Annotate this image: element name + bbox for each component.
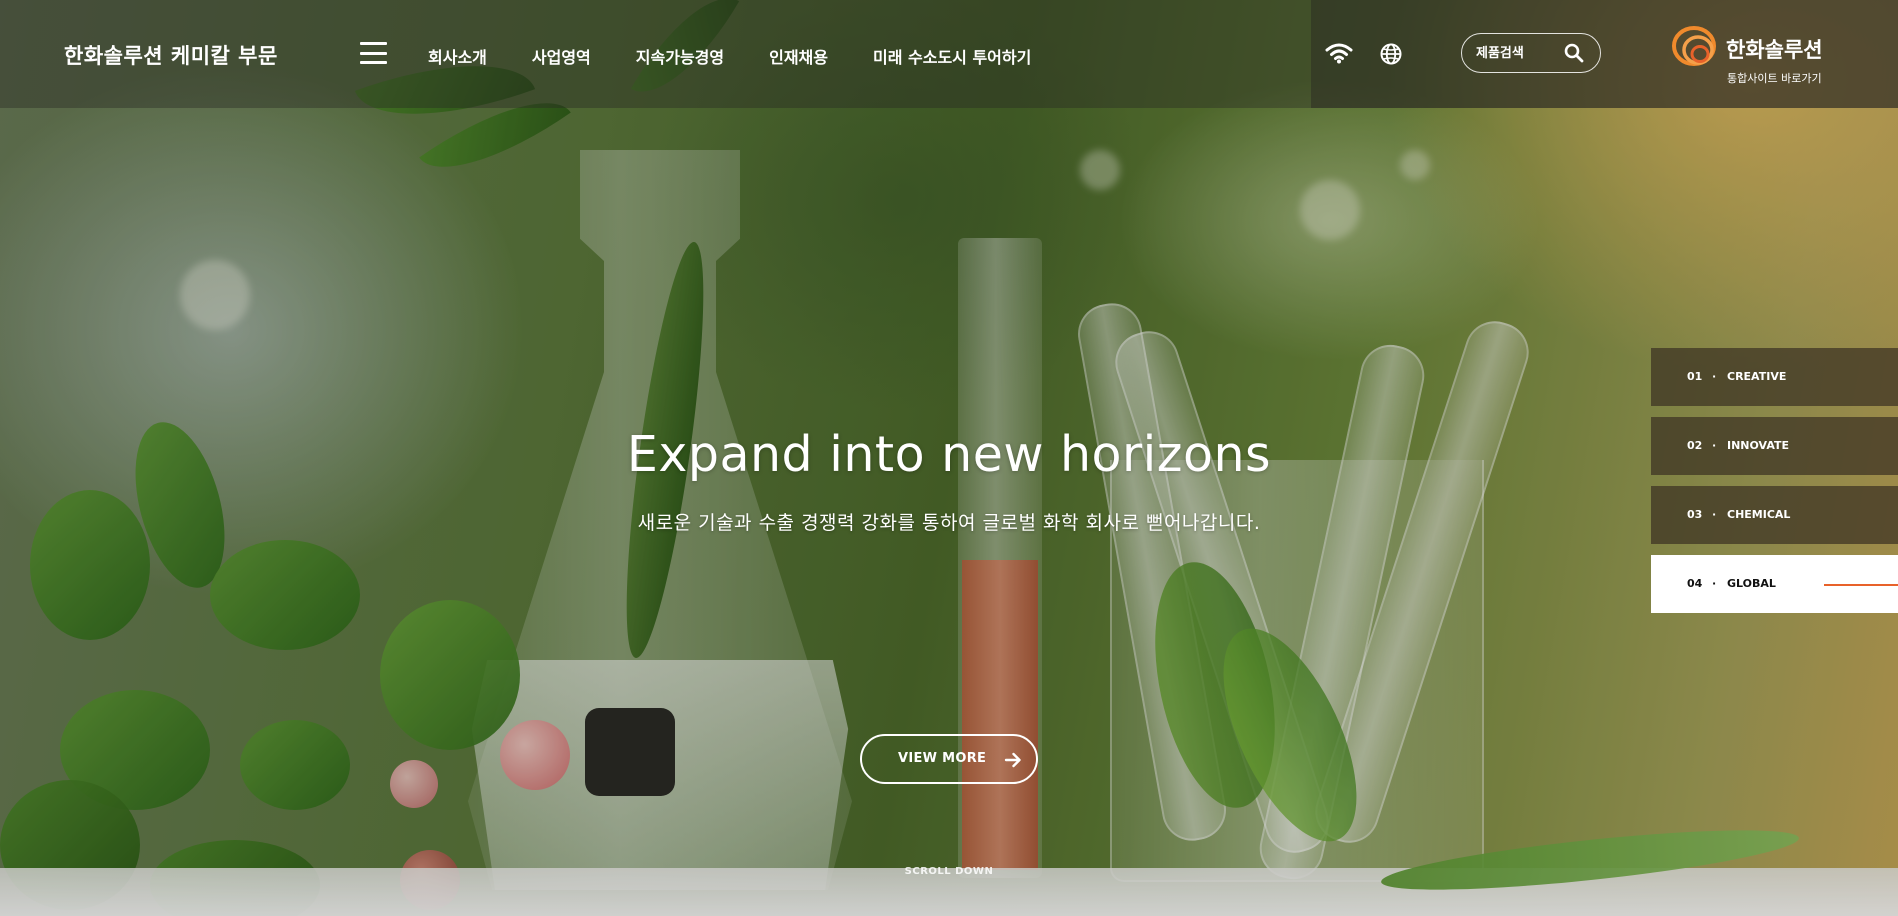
nav-item-business[interactable]: 사업영역 [532, 44, 591, 68]
slide-tab-number: 04 [1687, 577, 1703, 590]
nav-item-sustainability[interactable]: 지속가능경영 [636, 44, 724, 68]
view-more-button[interactable]: VIEW MORE [860, 734, 1038, 784]
brand-name: 한화솔루션 [1726, 38, 1823, 62]
search-icon[interactable] [1564, 43, 1584, 63]
main-nav: 회사소개 사업영역 지속가능경영 인재채용 미래 수소도시 투어하기 [428, 44, 1076, 68]
slide-tab-separator: · [1712, 370, 1717, 383]
hanwha-logo-icon [1672, 26, 1716, 66]
slide-tab-innovate[interactable]: 02 · INNOVATE [1651, 417, 1898, 475]
globe-icon[interactable] [1380, 43, 1402, 65]
slide-tab-label: INNOVATE [1727, 439, 1790, 452]
scroll-down-indicator[interactable]: SCROLL DOWN [0, 866, 1898, 877]
slide-tab-label: CHEMICAL [1727, 508, 1791, 521]
slide-tab-label: CREATIVE [1727, 370, 1787, 383]
product-search-input[interactable] [1476, 42, 1564, 64]
product-search-box [1461, 33, 1601, 73]
site-header: 한화솔루션 케미칼 부문 회사소개 사업영역 지속가능경영 인재채용 미래 수소… [0, 0, 1898, 108]
site-title[interactable]: 한화솔루션 케미칼 부문 [64, 40, 278, 70]
wifi-icon[interactable] [1325, 42, 1353, 64]
slide-tab-number: 01 [1687, 370, 1703, 383]
slide-tab-number: 02 [1687, 439, 1703, 452]
brand-sub-link-label: 통합사이트 바로가기 [1727, 72, 1822, 85]
slide-tab-separator: · [1712, 439, 1717, 452]
slide-tab-creative[interactable]: 01 · CREATIVE [1651, 348, 1898, 406]
slide-tab-chemical[interactable]: 03 · CHEMICAL [1651, 486, 1898, 544]
slide-tab-number: 03 [1687, 508, 1703, 521]
nav-item-careers[interactable]: 인재채용 [769, 44, 828, 68]
slide-tab-global[interactable]: 04 · GLOBAL [1651, 555, 1898, 613]
arrow-right-icon [1004, 752, 1021, 768]
slide-tab-separator: · [1712, 577, 1717, 590]
slide-progress-bar [1824, 584, 1898, 586]
slide-tab-list: 01 · CREATIVE 02 · INNOVATE 03 · CHEMICA… [1651, 348, 1898, 624]
slide-tab-separator: · [1712, 508, 1717, 521]
view-more-label: VIEW MORE [898, 751, 987, 766]
nav-item-company[interactable]: 회사소개 [428, 44, 487, 68]
hero-subtitle: 새로운 기술과 수출 경쟁력 강화를 통하여 글로벌 화학 회사로 뻗어나갑니다… [637, 512, 1261, 534]
hero-title: Expand into new horizons [626, 426, 1272, 483]
slide-tab-label: GLOBAL [1727, 577, 1776, 590]
nav-item-hydrogen-tour[interactable]: 미래 수소도시 투어하기 [873, 44, 1031, 68]
hamburger-icon[interactable] [360, 42, 387, 64]
hanwha-solutions-link[interactable]: 한화솔루션 통합사이트 바로가기 [1670, 22, 1840, 88]
